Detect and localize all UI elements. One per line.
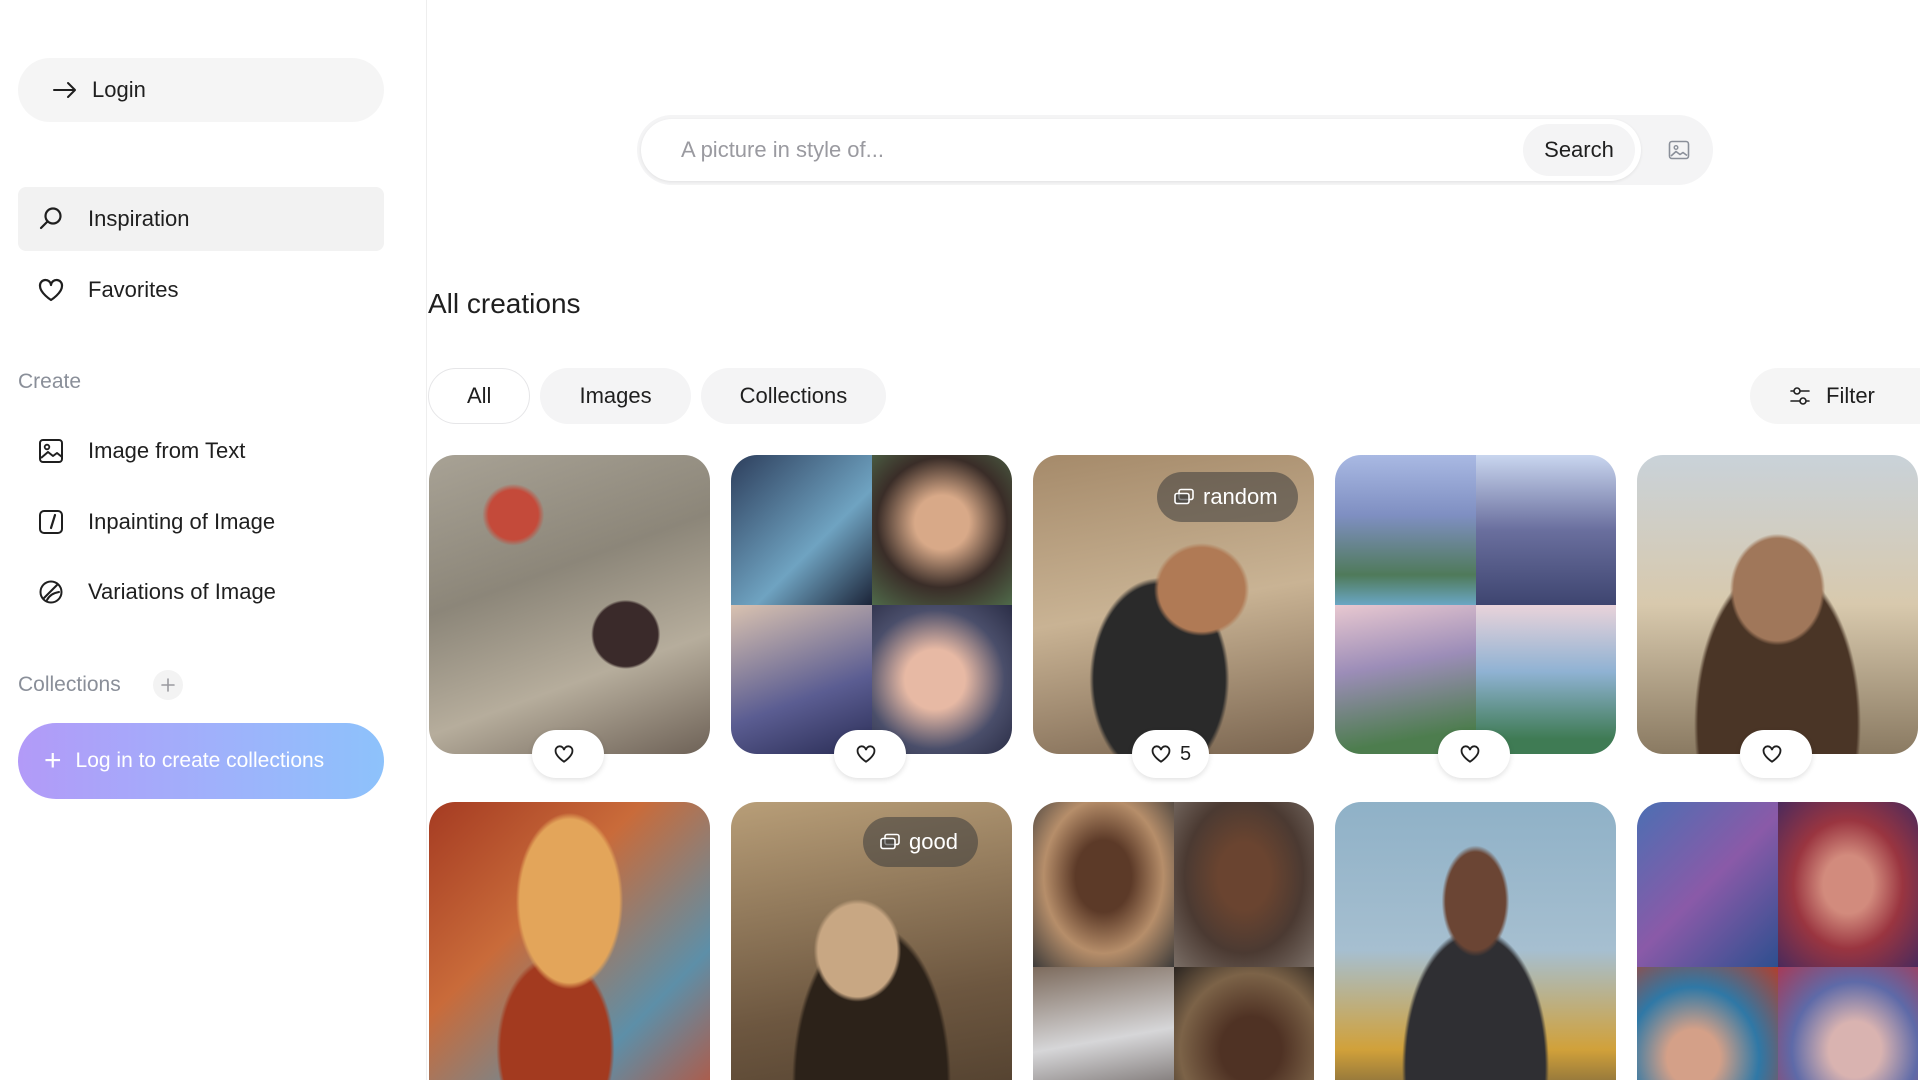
creation-image xyxy=(429,455,710,754)
page-title: All creations xyxy=(428,288,581,319)
like-button[interactable]: 5 xyxy=(1132,730,1210,778)
tab-all[interactable]: All xyxy=(428,368,531,424)
sidebar-item-favorites[interactable]: Favorites xyxy=(18,258,384,322)
creation-image xyxy=(429,802,710,1080)
collection-card[interactable] xyxy=(731,455,1012,754)
collection-badge: random xyxy=(1157,472,1298,522)
content-tabs: All Images Collections xyxy=(428,368,887,424)
collection-preview xyxy=(1033,802,1314,1080)
search-bar: Search xyxy=(637,115,1713,185)
like-button[interactable] xyxy=(1740,730,1812,778)
creation-image xyxy=(1335,802,1616,1080)
arrow-right-icon xyxy=(53,82,76,98)
collection-card[interactable]: random xyxy=(1033,455,1314,754)
filter-button[interactable]: Filter xyxy=(1750,368,1920,424)
collection-preview xyxy=(1335,455,1616,754)
like-button[interactable] xyxy=(532,730,604,778)
image-upload-icon[interactable] xyxy=(1667,138,1691,162)
tab-images[interactable]: Images xyxy=(540,368,691,424)
sidebar-item-inspiration[interactable]: Inspiration xyxy=(18,187,384,251)
creation-card[interactable] xyxy=(429,802,710,1080)
collection-card[interactable] xyxy=(1033,802,1314,1080)
filter-sliders-icon xyxy=(1790,387,1810,405)
sidebar-item-inpainting[interactable]: Inpainting of Image xyxy=(18,490,384,554)
search-input[interactable] xyxy=(681,119,1481,181)
collection-card[interactable] xyxy=(1335,455,1616,754)
collection-card[interactable]: good xyxy=(731,802,1012,1080)
collection-icon xyxy=(1174,488,1194,505)
collection-badge: good xyxy=(863,817,978,867)
inpaint-icon xyxy=(36,507,66,537)
creation-image xyxy=(1637,455,1918,754)
creation-card[interactable] xyxy=(1637,455,1918,754)
search-field-container: Search xyxy=(641,119,1641,181)
sidebar-item-label: Variations of Image xyxy=(88,579,276,604)
collection-preview xyxy=(1637,802,1918,1080)
heart-icon xyxy=(1762,745,1782,763)
heart-icon xyxy=(1460,745,1480,763)
add-collection-button[interactable] xyxy=(153,670,183,700)
plus-icon: + xyxy=(44,744,62,777)
collections-section-label: Collections xyxy=(18,673,121,696)
collection-icon xyxy=(880,833,900,850)
collection-badge-label: good xyxy=(909,829,958,854)
heart-icon xyxy=(856,745,876,763)
creation-card[interactable] xyxy=(429,455,710,754)
tab-collections[interactable]: Collections xyxy=(700,368,887,424)
heart-icon xyxy=(36,275,66,305)
sidebar-item-label: Favorites xyxy=(88,277,179,302)
image-icon xyxy=(36,436,66,466)
login-label: Login xyxy=(92,77,146,102)
filter-label: Filter xyxy=(1826,383,1875,408)
create-collections-label: Log in to create collections xyxy=(75,749,325,772)
search-button[interactable]: Search xyxy=(1523,124,1635,176)
plus-icon xyxy=(161,678,175,692)
heart-icon xyxy=(1151,745,1171,763)
sidebar-item-image-from-text[interactable]: Image from Text xyxy=(18,419,384,483)
search-icon xyxy=(36,204,66,234)
collection-card[interactable] xyxy=(1637,802,1918,1080)
like-count: 5 xyxy=(1180,742,1192,765)
collection-preview xyxy=(731,455,1012,754)
sidebar-item-variations[interactable]: Variations of Image xyxy=(18,560,384,624)
create-collections-button[interactable]: + Log in to create collections xyxy=(18,723,384,799)
sidebar: Login Inspiration Favorites Create Image… xyxy=(0,0,427,1080)
like-button[interactable] xyxy=(834,730,906,778)
login-button[interactable]: Login xyxy=(18,58,384,122)
variations-icon xyxy=(36,577,66,607)
sidebar-item-label: Inspiration xyxy=(88,206,190,231)
creation-card[interactable] xyxy=(1335,802,1616,1080)
sidebar-item-label: Image from Text xyxy=(88,438,246,463)
like-button[interactable] xyxy=(1438,730,1510,778)
sidebar-item-label: Inpainting of Image xyxy=(88,509,276,534)
heart-icon xyxy=(554,745,574,763)
create-section-label: Create xyxy=(18,370,82,393)
collection-badge-label: random xyxy=(1203,484,1278,509)
